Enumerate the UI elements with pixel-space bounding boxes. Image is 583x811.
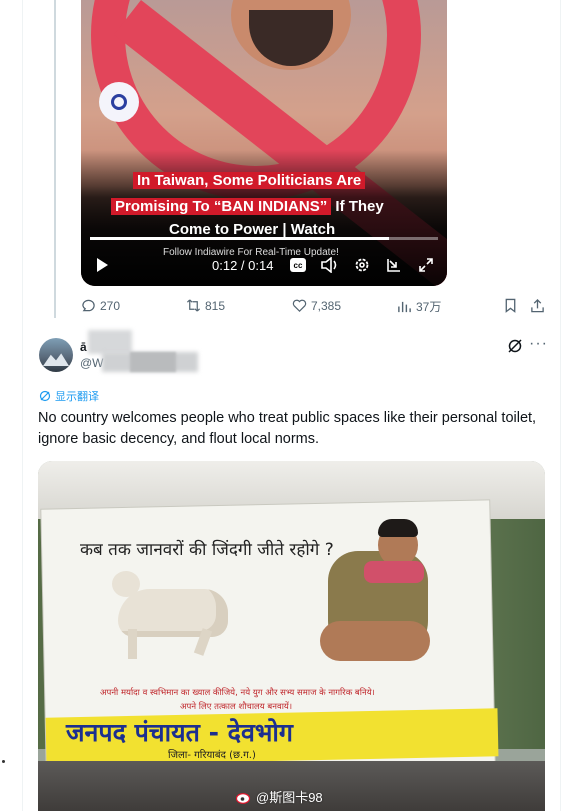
banner-man-scarf — [364, 561, 424, 583]
views-count: 37万 — [416, 300, 442, 314]
captions-icon[interactable]: cc — [290, 258, 306, 276]
video-caption-line1: In Taiwan, Some Politicians Are — [133, 172, 366, 189]
watermark-text: @斯图卡98 — [256, 790, 323, 805]
video-time: 0:12 / 0:14 — [212, 258, 274, 273]
settings-icon[interactable] — [354, 257, 370, 277]
banner-district: जिला- गरियाबंद (छ.ग.) — [168, 750, 256, 761]
reply-icon — [82, 299, 95, 312]
user-display-name[interactable]: ā — [80, 340, 87, 354]
like-count: 7,385 — [311, 298, 342, 313]
video-progress-fill — [90, 237, 390, 240]
tweet-text: No country welcomes people who treat pub… — [38, 410, 537, 447]
bookmark-icon — [505, 298, 516, 313]
repost-button[interactable]: 815 — [186, 298, 225, 313]
reply-button[interactable]: 270 — [81, 298, 120, 313]
thread-connector-line — [54, 0, 56, 318]
timeline-right-border — [560, 0, 561, 811]
banner-man-hair — [378, 519, 418, 537]
redacted-name-blur — [88, 330, 132, 354]
repost-count: 815 — [205, 298, 226, 313]
redacted-handle-blur-dark — [130, 352, 176, 372]
heart-icon — [292, 299, 307, 312]
timeline-left-border — [22, 0, 23, 811]
pip-icon[interactable] — [386, 257, 402, 277]
video-caption-line2: Promising To “BAN INDIANS” If They — [111, 198, 384, 215]
translate-icon — [39, 390, 51, 402]
bookmark-button[interactable] — [503, 298, 518, 313]
reply-count: 270 — [100, 298, 121, 313]
views-button[interactable]: 37万 — [397, 298, 441, 315]
svg-text:cc: cc — [294, 261, 303, 270]
fullscreen-icon[interactable] — [418, 257, 434, 277]
banner-dog-leg — [128, 629, 137, 659]
repost-icon — [186, 299, 201, 312]
banner-small-line1: अपनी मर्यादा व स्वभिमान का ख्याल कीजिये,… — [100, 688, 375, 698]
video-progress-bar[interactable] — [90, 237, 438, 240]
more-options-icon[interactable]: ··· — [529, 335, 548, 353]
flag-chakra — [99, 82, 139, 122]
banner-title: जनपद पंचायत - देवभोग — [66, 718, 293, 747]
video-caption-line3: Come to Power | Watch — [169, 221, 336, 238]
banner-man-legs — [320, 621, 430, 661]
volume-icon[interactable] — [321, 256, 339, 277]
weibo-logo-icon — [236, 792, 251, 804]
page-dot — [2, 760, 5, 763]
avatar[interactable] — [39, 338, 73, 372]
like-button[interactable]: 7,385 — [292, 298, 341, 313]
video-controls: 0:12 / 0:14 cc — [81, 256, 447, 278]
tweet-action-bar: 270 815 7,385 37万 — [0, 298, 583, 316]
views-chart-icon — [398, 301, 411, 313]
share-button[interactable] — [530, 298, 545, 313]
banner-small-line2: अपने लिए तत्काल शौचालय बनवायें। — [180, 702, 293, 712]
weibo-watermark: @斯图卡98 — [236, 787, 323, 806]
tweet-photo[interactable]: कब तक जानवरों की जिंदगी जीते रहोगे ? अपन… — [38, 461, 545, 811]
show-translation-link[interactable]: 显示翻译 — [39, 388, 99, 404]
embedded-video[interactable]: In Taiwan, Some Politicians Are Promisin… — [81, 0, 447, 286]
share-icon — [531, 298, 544, 313]
show-translation-label: 显示翻译 — [55, 391, 99, 403]
grok-icon[interactable] — [507, 338, 523, 359]
play-icon[interactable] — [95, 257, 109, 277]
user-handle[interactable]: @W — [80, 356, 104, 370]
banner-headline: कब तक जानवरों की जिंदगी जीते रहोगे ? — [80, 540, 334, 560]
